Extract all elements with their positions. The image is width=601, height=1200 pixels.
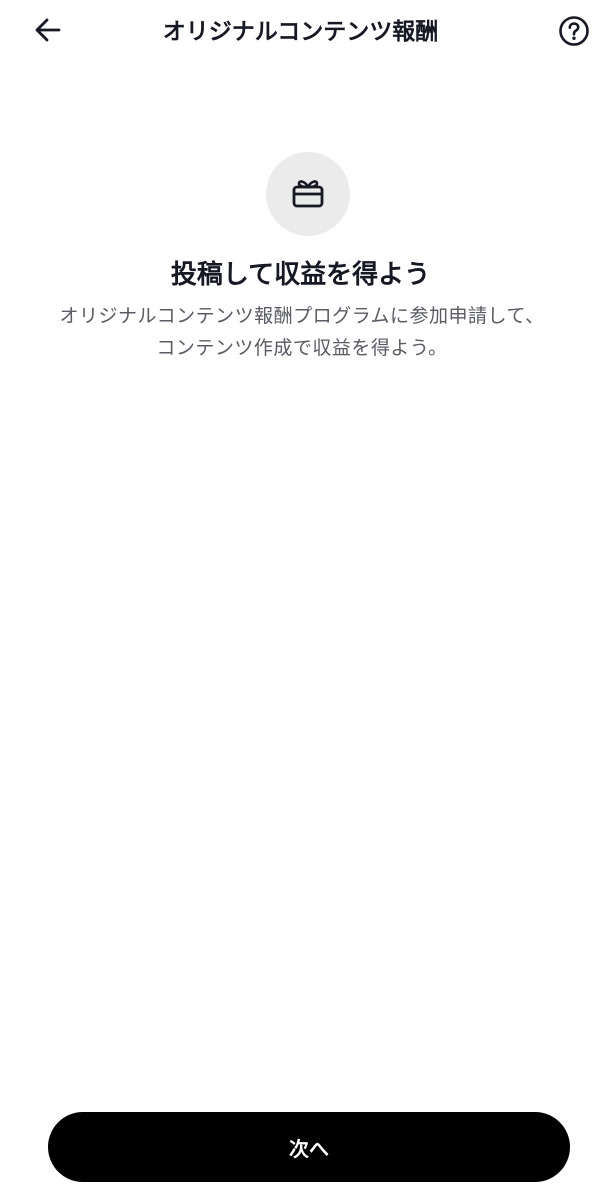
back-button[interactable] — [30, 14, 66, 50]
page-title: オリジナルコンテンツ報酬 — [162, 19, 439, 45]
gift-icon — [288, 172, 328, 216]
next-button[interactable]: 次へ — [48, 1112, 570, 1182]
top-nav-bar: オリジナルコンテンツ報酬 — [0, 0, 601, 64]
arrow-left-icon — [34, 16, 62, 48]
hero-title: 投稿して収益を得よう — [170, 260, 431, 290]
gift-icon-circle — [266, 152, 350, 236]
help-button[interactable] — [557, 16, 591, 50]
question-circle-icon — [558, 15, 590, 51]
next-button-label: 次へ — [289, 1136, 329, 1161]
hero-description: オリジナルコンテンツ報酬プログラムに参加申請して、コンテンツ作成で収益を得よう。 — [59, 305, 545, 359]
